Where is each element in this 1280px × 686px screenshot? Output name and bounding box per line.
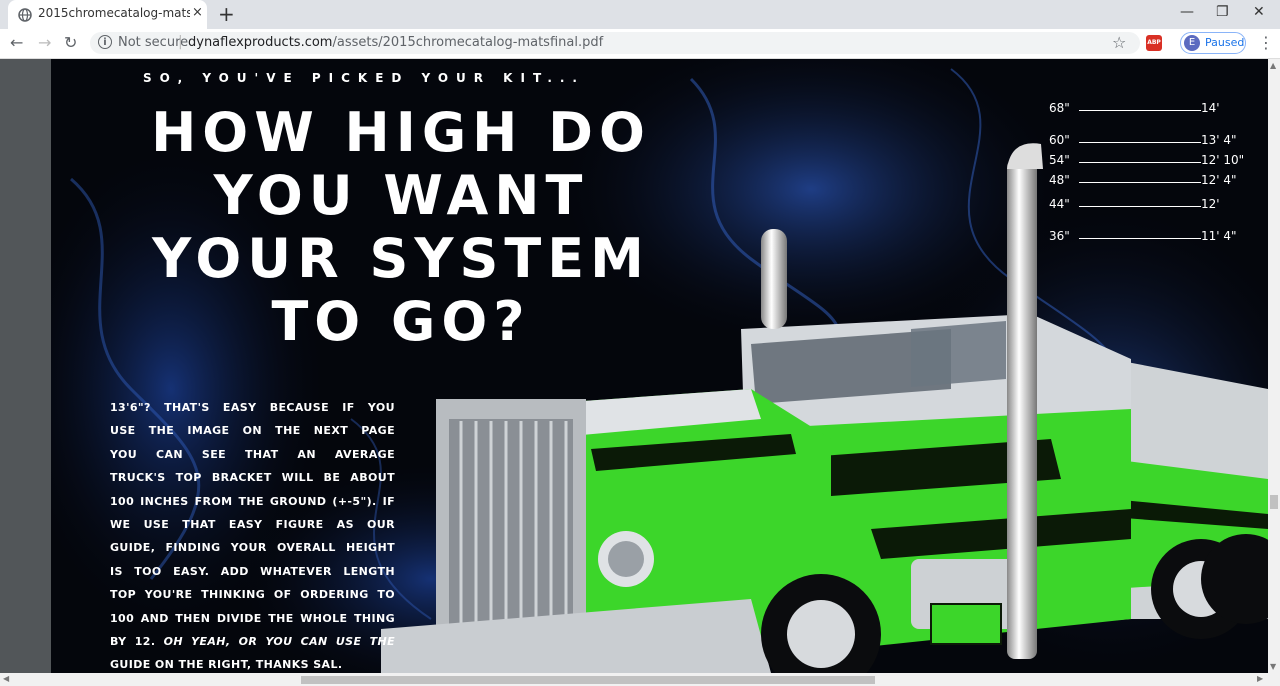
avatar: E [1184,35,1200,51]
scale-line [1079,142,1201,143]
scale-inches: 68" [1049,101,1070,115]
vertical-scrollbar[interactable]: ▲ ▼ [1268,59,1280,673]
body-line: 100 AND THEN DIVIDE THE WHOLE THING [110,611,395,625]
body-line: GUIDE, FINDING YOUR OVERALL HEIGHT [110,541,395,555]
scale-line [1079,238,1201,239]
scale-feet: 11' 4" [1201,229,1237,243]
new-tab-button[interactable]: + [218,2,235,26]
url-text[interactable]: dynaflexproducts.com/assets/2015chromeca… [188,35,603,50]
pdf-viewer: SO, YOU'VE PICKED YOUR KIT... HOW HIGH D… [0,59,1268,673]
scale-feet: 14' [1201,101,1220,115]
headline-line: YOUR SYSTEM [152,227,650,290]
body-line: WE USE THAT EASY FIGURE AS OUR [110,518,395,532]
headline: HOW HIGH DO YOU WANT YOUR SYSTEM TO GO? [91,101,711,353]
horizontal-scrollbar[interactable]: ◀ ▶ [0,673,1280,686]
address-bar[interactable]: i Not secure | dynaflexproducts.com/asse… [90,32,1140,54]
scale-row: 54" 12' 10" [1049,153,1259,173]
bookmark-star-icon[interactable]: ☆ [1112,33,1126,52]
scale-line [1079,162,1201,163]
scale-line [1079,110,1201,111]
more-menu-icon[interactable]: ⋮ [1258,33,1274,52]
profile-status: Paused [1205,36,1245,49]
scale-inches: 48" [1049,173,1070,187]
headline-line: TO GO? [271,290,531,353]
body-line: TOP YOU'RE THINKING OF ORDERING TO [110,588,395,602]
body-text: 13'6"? THAT'S EASY BECAUSE IF YOU USE TH… [110,396,395,673]
restore-button[interactable]: ❐ [1216,4,1229,20]
tab-strip: 2015chromecatalog-matsfinal.pdf × + — ❐ … [0,0,1280,29]
body-line: BY 12. OH YEAH, OR YOU CAN USE THE [110,630,395,653]
tab-pdf[interactable]: 2015chromecatalog-matsfinal.pdf × [8,0,207,29]
pdf-page: SO, YOU'VE PICKED YOUR KIT... HOW HIGH D… [51,59,1268,673]
scale-inches: 36" [1049,229,1070,243]
height-scale: 68" 14' 60" 13' 4" 54" 12' 10" 48" 12' 4… [1049,97,1259,297]
reload-button[interactable]: ↻ [64,33,77,52]
body-plain: BY 12. [110,635,164,649]
body-line: TRUCK'S TOP BRACKET WILL BE ABOUT [110,471,395,485]
body-italic: OH YEAH, OR YOU CAN USE THE [163,635,395,649]
url-path: /assets/2015chromecatalog-matsfinal.pdf [332,35,604,50]
browser-toolbar: ← → ↻ i Not secure | dynaflexproducts.co… [0,29,1280,59]
body-line: GUIDE ON THE RIGHT, THANKS SAL. [110,658,343,672]
info-icon[interactable]: i [98,35,112,49]
vertical-scroll-thumb[interactable] [1270,495,1278,509]
scale-line [1079,182,1201,183]
scale-feet: 12' 10" [1201,153,1245,167]
scale-row: 44" 12' [1049,197,1259,217]
body-line: 13'6"? THAT'S EASY BECAUSE IF YOU [110,401,395,414]
scale-row: 60" 13' 4" [1049,133,1259,153]
scale-row: 48" 12' 4" [1049,173,1259,193]
minimize-button[interactable]: — [1180,4,1194,20]
window-close-button[interactable]: ✕ [1253,4,1265,20]
globe-icon [18,8,32,22]
scale-feet: 13' 4" [1201,133,1237,147]
adblock-plus-icon[interactable]: ABP [1146,35,1162,51]
tab-close-icon[interactable]: × [192,5,203,20]
url-host: dynaflexproducts.com [188,35,333,50]
body-line: YOU CAN SEE THAT AN AVERAGE [110,447,395,461]
scroll-down-arrow-icon[interactable]: ▼ [1270,662,1276,671]
scale-feet: 12' 4" [1201,173,1237,187]
scroll-right-arrow-icon[interactable]: ▶ [1257,674,1263,683]
forward-button[interactable]: → [38,33,51,52]
profile-button[interactable]: E Paused [1180,32,1246,54]
scale-row: 36" 11' 4" [1049,229,1259,249]
scale-row: 68" 14' [1049,101,1259,121]
omnibox-separator: | [178,34,183,50]
body-line: 100 INCHES FROM THE GROUND (+-5"). IF [110,494,395,508]
back-button[interactable]: ← [10,33,23,52]
headline-line: YOU WANT [213,164,589,227]
scale-inches: 60" [1049,133,1070,147]
scale-inches: 44" [1049,197,1070,211]
body-line: USE THE IMAGE ON THE NEXT PAGE [110,424,395,438]
scale-inches: 54" [1049,153,1070,167]
scale-line [1079,206,1201,207]
tab-title: 2015chromecatalog-matsfinal.pdf [38,6,190,20]
scale-feet: 12' [1201,197,1220,211]
scroll-left-arrow-icon[interactable]: ◀ [3,674,9,683]
kicker-text: SO, YOU'VE PICKED YOUR KIT... [143,71,585,85]
body-line: IS TOO EASY. ADD WHATEVER LENGTH [110,564,395,578]
scroll-up-arrow-icon[interactable]: ▲ [1270,61,1276,70]
horizontal-scroll-thumb[interactable] [301,676,875,684]
headline-line: HOW HIGH DO [151,101,651,164]
